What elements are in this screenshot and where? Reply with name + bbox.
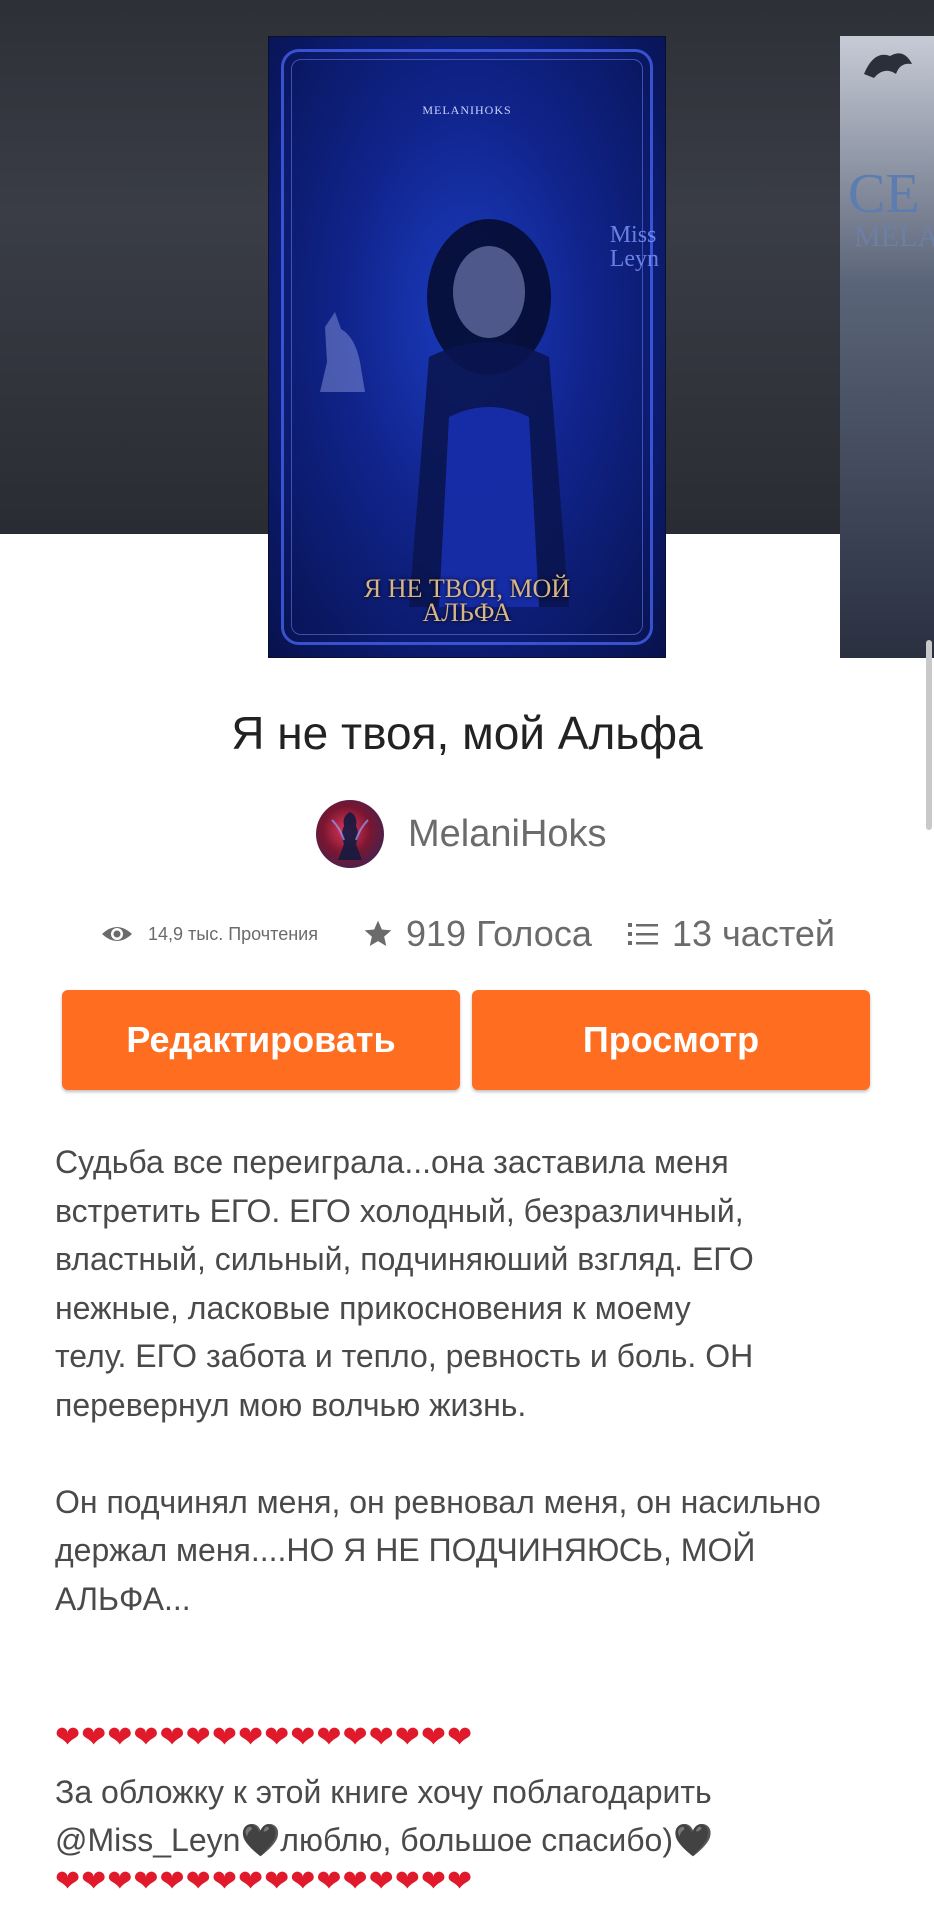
star-icon xyxy=(364,920,392,946)
emblem-icon xyxy=(864,53,912,78)
next-cover-author: MELA xyxy=(854,220,934,253)
thanks-line-2: @Miss_Leyn🖤люблю, большое спасибо)🖤 xyxy=(55,1822,713,1858)
view-button[interactable]: Просмотр xyxy=(472,990,870,1090)
list-icon xyxy=(628,923,658,945)
story-stats: 14,9 тыс. Прочтения 919 Голоса 13 частей xyxy=(100,910,880,958)
next-story-cover[interactable]: CE MELA xyxy=(840,36,934,658)
next-cover-text: CE xyxy=(848,163,920,225)
cover-title: Я НЕ ТВОЯ, МОЙ АЛЬФА xyxy=(269,576,665,627)
reads-stat: 14,9 тыс. Прочтения xyxy=(100,910,318,958)
avatar-figure-icon xyxy=(331,812,369,860)
votes-count: 919 Голоса xyxy=(406,913,592,954)
wolf-illustration xyxy=(320,312,365,392)
parts-count: 13 частей xyxy=(672,913,836,954)
eye-icon xyxy=(102,927,132,941)
cover-title-line2: АЛЬФА xyxy=(422,598,512,627)
cover-figure-illustration xyxy=(409,219,569,607)
thanks-line-1: За обложку к этой книге хочу поблагодари… xyxy=(55,1774,712,1810)
parts-stat: 13 частей xyxy=(628,910,835,958)
description-paragraph-1: Судьба все переиграла...она заставила ме… xyxy=(55,1144,754,1423)
cover-signature: Miss Leyn xyxy=(609,222,659,272)
author-name[interactable]: MelaniHoks xyxy=(408,813,607,856)
votes-stat: 919 Голоса xyxy=(362,910,592,958)
edit-button[interactable]: Редактировать xyxy=(62,990,460,1090)
avatar[interactable] xyxy=(316,800,384,868)
author-link[interactable]: MelaniHoks xyxy=(316,800,607,868)
description-paragraph-2: Он подчинял меня, он ревновал меня, он н… xyxy=(55,1483,821,1617)
hearts-row-bottom: ❤❤❤❤❤❤❤❤❤❤❤❤❤❤❤❤ xyxy=(55,1865,474,1898)
reads-count: 14,9 тыс. Прочтения xyxy=(148,923,318,944)
hearts-row-top: ❤❤❤❤❤❤❤❤❤❤❤❤❤❤❤❤ xyxy=(55,1721,474,1754)
story-title: Я не твоя, мой Альфа xyxy=(231,707,703,759)
cover-author-label: MELANIHOKS xyxy=(422,103,512,117)
story-description: Судьба все переиграла...она заставила ме… xyxy=(55,1138,875,1623)
story-cover[interactable]: MELANIHOKS Miss Leyn Я НЕ ТВОЯ, МОЙ АЛЬФ… xyxy=(268,36,666,658)
